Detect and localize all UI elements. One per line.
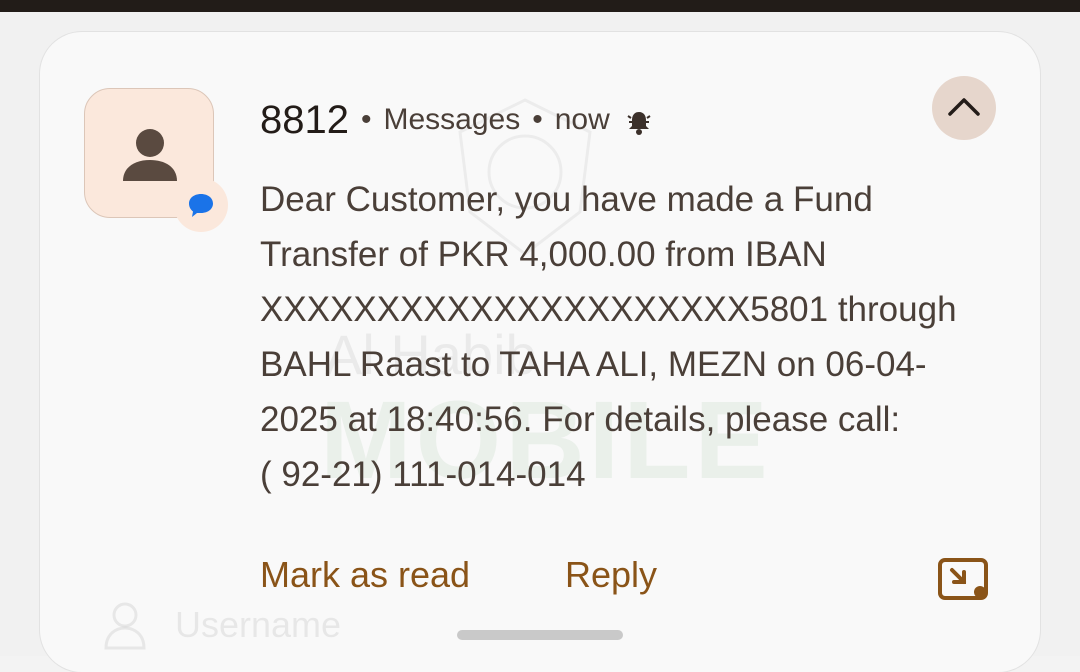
sender-name: 8812 xyxy=(260,97,349,142)
app-badge xyxy=(174,178,228,232)
person-icon xyxy=(123,129,177,181)
separator-dot: • xyxy=(360,103,372,136)
message-body: Dear Customer, you have made a Fund Tran… xyxy=(260,180,957,494)
notification-header: 8812 • Messages • now xyxy=(260,94,654,146)
reply-button[interactable]: Reply xyxy=(565,554,657,596)
separator-dot: • xyxy=(532,103,543,136)
mark-as-read-button[interactable]: Mark as read xyxy=(260,554,470,596)
collapse-button[interactable] xyxy=(932,76,996,140)
expand-handle[interactable] xyxy=(457,630,623,640)
bell-ringing-icon xyxy=(624,107,654,137)
chevron-up-icon xyxy=(948,98,980,116)
timestamp: now xyxy=(554,103,610,136)
user-watermark-icon xyxy=(104,602,146,650)
status-bar-strip xyxy=(0,0,1080,12)
picture-in-picture-icon[interactable] xyxy=(938,558,990,602)
username-watermark: Username xyxy=(175,604,342,645)
app-name: Messages xyxy=(383,103,521,136)
notification-card[interactable]: Al Habib MOBILE Username 8812 • Messages… xyxy=(40,32,1040,672)
chat-bubble-icon xyxy=(189,194,213,217)
